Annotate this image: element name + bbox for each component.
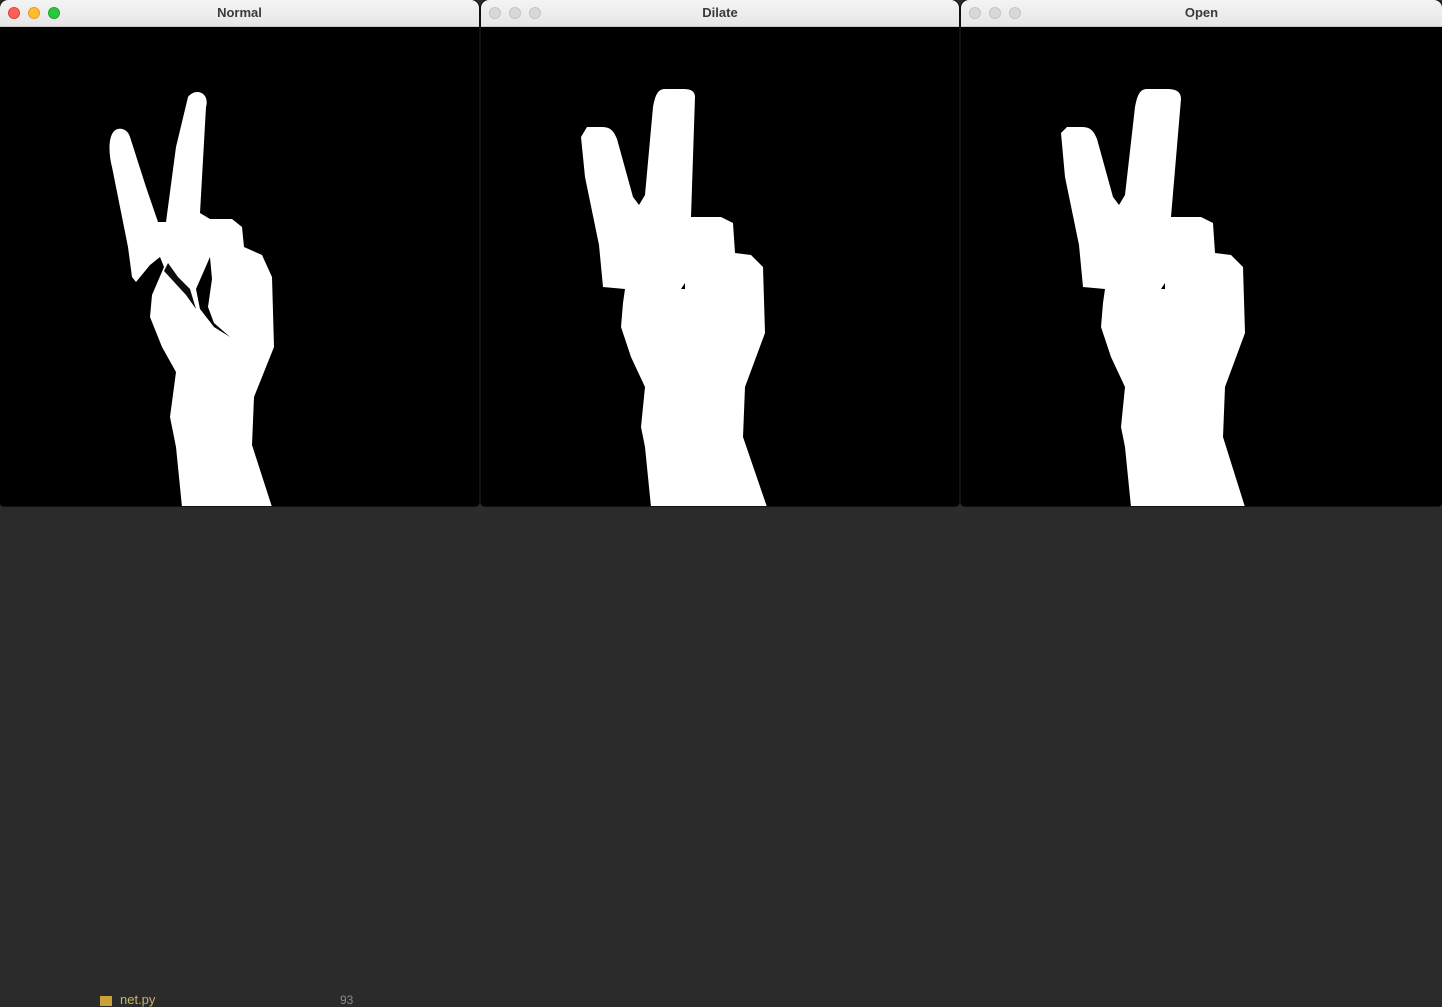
titlebar[interactable]: Normal — [0, 0, 479, 27]
background-file-item: net.py — [100, 992, 155, 1007]
image-canvas-dilate — [481, 27, 959, 506]
python-file-icon — [100, 995, 112, 1006]
background-file-label: net.py — [120, 992, 156, 1007]
window-title: Normal — [217, 5, 262, 20]
window-normal[interactable]: Normal — [0, 0, 479, 506]
titlebar[interactable]: Open — [961, 0, 1442, 27]
titlebar[interactable]: Dilate — [481, 0, 959, 27]
hand-mask-dilate — [581, 89, 767, 506]
hand-mask-open — [1061, 89, 1245, 506]
image-canvas-normal — [0, 27, 479, 506]
window-title: Dilate — [702, 5, 738, 20]
background-line-number: 93 — [340, 993, 354, 1007]
image-canvas-open — [961, 27, 1442, 506]
window-title: Open — [1184, 5, 1219, 20]
window-dilate[interactable]: Dilate — [481, 0, 959, 506]
window-open[interactable]: Open — [961, 0, 1442, 506]
hand-mask-normal — [109, 92, 274, 506]
